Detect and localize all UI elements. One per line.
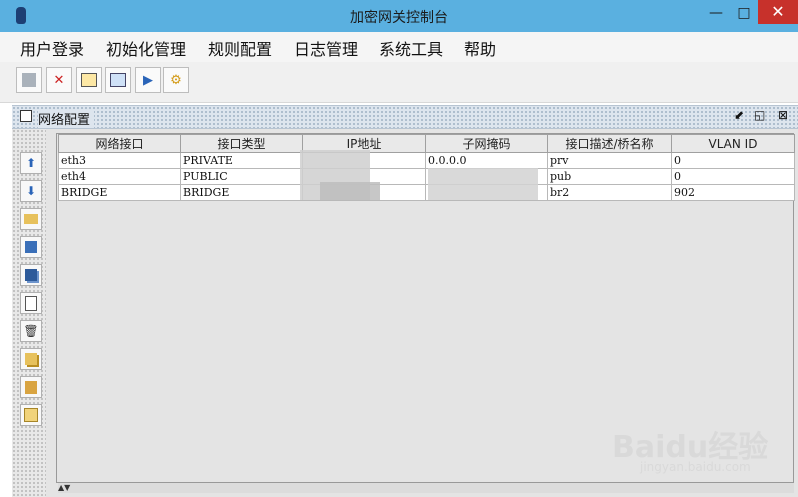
cell-netmask[interactable]: 0.0.0.0 <box>425 152 548 169</box>
column-header-netmask[interactable]: 子网掩码 <box>425 134 548 153</box>
redacted-ip-2 <box>320 182 380 200</box>
save-icon[interactable] <box>20 236 42 258</box>
menu-init-management[interactable]: 初始化管理 <box>106 36 186 60</box>
properties-icon[interactable] <box>76 67 102 93</box>
save-all-icon[interactable] <box>20 264 42 286</box>
delete-icon[interactable]: ✕ <box>46 67 72 93</box>
disk-icon[interactable] <box>16 67 42 93</box>
menu-system-tools[interactable]: 系统工具 <box>379 36 443 60</box>
network-config-table: 网络接口 接口类型 IP地址 子网掩码 接口描述/桥名称 VLAN ID eth… <box>58 134 795 201</box>
column-header-vlan[interactable]: VLAN ID <box>671 134 795 153</box>
download-icon[interactable]: ⬇ <box>20 180 42 202</box>
cell-type[interactable]: PRIVATE <box>180 152 303 169</box>
forward-icon[interactable]: ▶ <box>135 67 161 93</box>
panel-close-button[interactable]: ⊠ <box>778 108 788 122</box>
cell-interface[interactable]: eth4 <box>58 168 181 185</box>
watermark-url: jingyan.baidu.com <box>640 460 751 474</box>
column-header-interface[interactable]: 网络接口 <box>58 134 181 153</box>
gear-icon[interactable]: ⚙ <box>163 67 189 93</box>
list-icon[interactable] <box>20 404 42 426</box>
table-header-row: 网络接口 接口类型 IP地址 子网掩码 接口描述/桥名称 VLAN ID <box>58 134 795 153</box>
close-button[interactable]: ✕ <box>758 0 798 24</box>
menu-user-login[interactable]: 用户登录 <box>20 36 84 60</box>
cell-vlan[interactable]: 0 <box>671 168 795 185</box>
column-header-description[interactable]: 接口描述/桥名称 <box>547 134 672 153</box>
cell-type[interactable]: PUBLIC <box>180 168 303 185</box>
menu-help[interactable]: 帮助 <box>464 36 496 60</box>
cell-description[interactable]: br2 <box>547 184 672 201</box>
paste-icon[interactable] <box>20 376 42 398</box>
form-icon[interactable] <box>105 67 131 93</box>
window-icon <box>20 110 32 122</box>
cell-vlan[interactable]: 902 <box>671 184 795 201</box>
cell-type[interactable]: BRIDGE <box>180 184 303 201</box>
trash-icon[interactable]: 🗑 <box>20 320 42 342</box>
table-row[interactable]: eth4 PUBLIC pub 0 <box>58 168 795 185</box>
upload-icon[interactable]: ⬆ <box>20 152 42 174</box>
column-header-type[interactable]: 接口类型 <box>180 134 303 153</box>
toolbar: ✕ ▶ ⚙ <box>0 62 798 103</box>
menu-bar: 用户登录 初始化管理 规则配置 日志管理 系统工具 帮助 <box>0 32 798 62</box>
table-row[interactable]: BRIDGE BRIDGE br2 902 <box>58 184 795 201</box>
panel-header: 网络配置 ⬋ ◱ ⊠ <box>12 105 798 129</box>
copy-icon[interactable] <box>20 348 42 370</box>
window-title: 加密网关控制台 <box>350 10 448 26</box>
cell-interface[interactable]: eth3 <box>58 152 181 169</box>
menu-rule-config[interactable]: 规则配置 <box>208 36 272 60</box>
bottom-scroll-arrows[interactable]: ▲▼ <box>58 483 794 493</box>
title-bar: 加密网关控制台 — □ ✕ <box>0 0 798 32</box>
cell-description[interactable]: prv <box>547 152 672 169</box>
redacted-netmask <box>428 168 538 200</box>
table-row[interactable]: eth3 PRIVATE 0.0.0.0 prv 0 <box>58 152 795 169</box>
panel-restore-button[interactable]: ⬋ <box>734 108 744 122</box>
cell-interface[interactable]: BRIDGE <box>58 184 181 201</box>
folder-icon[interactable] <box>20 208 42 230</box>
panel-minimize-button[interactable]: ◱ <box>754 108 765 122</box>
cell-description[interactable]: pub <box>547 168 672 185</box>
new-icon[interactable] <box>20 292 42 314</box>
menu-log-management[interactable]: 日志管理 <box>294 36 358 60</box>
cell-vlan[interactable]: 0 <box>671 152 795 169</box>
panel-title: 网络配置 <box>38 109 95 128</box>
minimize-button[interactable]: — <box>702 4 730 24</box>
maximize-button[interactable]: □ <box>730 4 758 24</box>
